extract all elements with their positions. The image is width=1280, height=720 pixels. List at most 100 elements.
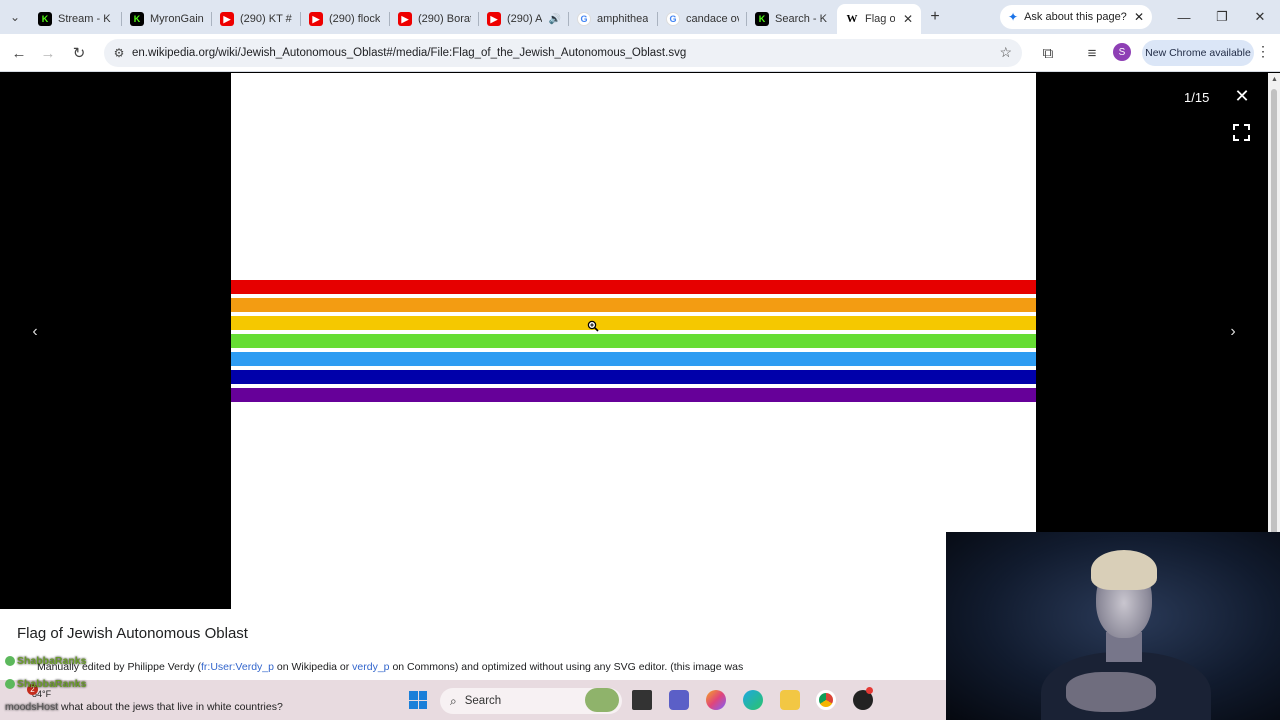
- youtube-icon: ▶: [220, 12, 234, 26]
- copilot-icon[interactable]: [706, 690, 726, 710]
- close-icon: ✕: [1254, 9, 1266, 24]
- url-text[interactable]: en.wikipedia.org/wiki/Jewish_Autonomous_…: [132, 47, 686, 59]
- image-counter: 1/15: [1184, 90, 1210, 105]
- tab-youtube-a[interactable]: ▶ (290) A 🔊: [479, 4, 569, 34]
- sparkle-icon: ✦: [1008, 10, 1019, 24]
- close-icon[interactable]: ✕: [903, 12, 913, 26]
- arrow-right-icon: →: [40, 44, 56, 62]
- ask-about-page-button[interactable]: ✦ Ask about this page? ✕: [1000, 5, 1152, 29]
- tab-youtube-flock[interactable]: ▶ (290) flock: [301, 4, 390, 34]
- scroll-up-icon[interactable]: ▲: [1271, 76, 1278, 83]
- fullscreen-icon[interactable]: [1233, 124, 1250, 141]
- chrome-icon[interactable]: [816, 690, 836, 710]
- youtube-icon: ▶: [309, 12, 323, 26]
- search-highlight-icon[interactable]: [585, 688, 619, 712]
- wikipedia-icon: W: [845, 12, 859, 26]
- tab-search-kick[interactable]: K Search - K: [747, 4, 837, 34]
- youtube-icon: ▶: [398, 12, 412, 26]
- caption-title: Flag of Jewish Autonomous Oblast: [17, 625, 248, 642]
- chat-username: ShabbaRanks: [17, 678, 87, 690]
- tab-youtube-kt[interactable]: ▶ (290) KT #: [212, 4, 301, 34]
- tab-title: MyronGain: [150, 13, 204, 25]
- chat-badge-icon: [5, 679, 15, 690]
- tab-title: Stream - K: [58, 13, 111, 25]
- menu-icon[interactable]: ⋮: [1256, 43, 1270, 60]
- window-close-button[interactable]: ✕: [1241, 0, 1279, 34]
- recording-dot-icon: [866, 687, 873, 694]
- previous-image-button[interactable]: ‹: [25, 323, 45, 341]
- site-info-icon[interactable]: ⚙: [106, 46, 132, 60]
- flag-stripe-orange: [231, 298, 1036, 312]
- chat-badge-icon: [5, 656, 15, 667]
- speaker-icon: 🔊: [548, 13, 561, 25]
- next-image-button[interactable]: ›: [1223, 323, 1243, 341]
- close-icon[interactable]: ✕: [1134, 10, 1144, 24]
- tab-google-candace[interactable]: G candace ov: [658, 4, 747, 34]
- tab-title: (290) Borat: [418, 13, 471, 25]
- flag-stripe-green: [231, 334, 1036, 348]
- tab-title: Search - K: [775, 13, 827, 25]
- chat-message: ShabbaRanks: [5, 678, 86, 690]
- edge-icon[interactable]: [743, 690, 763, 710]
- chat-username: moodsHost: [5, 701, 59, 713]
- plus-icon: +: [930, 8, 940, 25]
- arrow-left-icon: ←: [11, 44, 27, 62]
- close-viewer-button[interactable]: ✕: [1232, 86, 1252, 107]
- restore-icon: ❐: [1216, 9, 1228, 24]
- windows-start-button[interactable]: [409, 691, 427, 709]
- flag-image[interactable]: [231, 73, 1036, 610]
- screen: ⌄ K Stream - K K MyronGain ▶ (290) KT # …: [0, 0, 1280, 720]
- tab-title: candace ov: [686, 13, 739, 25]
- new-tab-button[interactable]: +: [921, 8, 949, 26]
- reload-button[interactable]: ↻: [67, 41, 91, 65]
- tab-title: (290) A: [507, 13, 543, 25]
- flag-stripe-lightblue: [231, 352, 1036, 366]
- tab-google-amphithea[interactable]: G amphithea: [569, 4, 658, 34]
- chat-text: what about the jews that live in white c…: [61, 701, 283, 713]
- search-icon: ⌕: [450, 693, 457, 708]
- kick-icon: K: [755, 12, 769, 26]
- file-explorer-icon[interactable]: [780, 690, 800, 710]
- media-controls-button[interactable]: ≡: [1080, 41, 1104, 65]
- user-link-verdy[interactable]: fr:User:Verdy_p: [201, 661, 274, 673]
- commons-user-link[interactable]: verdy_p: [352, 661, 389, 673]
- task-view-icon[interactable]: [632, 690, 652, 710]
- kick-icon: K: [38, 12, 52, 26]
- tab-myrongain[interactable]: K MyronGain: [122, 4, 212, 34]
- back-button[interactable]: ←: [7, 41, 31, 65]
- forward-button[interactable]: →: [36, 41, 60, 65]
- google-icon: G: [666, 12, 680, 26]
- chat-username: ShabbaRanks: [17, 655, 87, 667]
- tab-title: (290) flock: [329, 13, 381, 25]
- bookmark-star-icon[interactable]: ☆: [999, 44, 1012, 61]
- webcam-person-hair: [1091, 550, 1157, 590]
- flag-stripe-blue: [231, 370, 1036, 384]
- chat-message: moodsHost what about the jews that live …: [5, 701, 283, 713]
- teams-icon[interactable]: [669, 690, 689, 710]
- profile-avatar[interactable]: S: [1113, 43, 1131, 61]
- youtube-icon: ▶: [487, 12, 501, 26]
- caption-text: on Commons) and optimized without using …: [389, 661, 744, 673]
- minimize-icon: —: [1177, 9, 1191, 25]
- chrome-update-button[interactable]: New Chrome available: [1142, 40, 1254, 66]
- reload-icon: ↻: [72, 45, 86, 62]
- tab-title: (290) KT #: [240, 13, 292, 25]
- tab-title: Flag of: [865, 13, 895, 25]
- tab-search-button[interactable]: ⌄: [0, 0, 30, 34]
- windows-taskbar: 84°F 2 ⌕ Search: [0, 680, 946, 720]
- ask-about-page-label: Ask about this page?: [1024, 11, 1127, 23]
- webcam-overlay: [946, 532, 1280, 720]
- zoom-cursor-icon: [587, 320, 599, 332]
- taskbar-search-label: Search: [464, 695, 502, 707]
- tab-stream-kick[interactable]: K Stream - K: [30, 4, 122, 34]
- minimize-button[interactable]: —: [1165, 0, 1203, 34]
- webcam-person-hands: [1066, 672, 1156, 712]
- address-bar[interactable]: ⚙ en.wikipedia.org/wiki/Jewish_Autonomou…: [104, 39, 1022, 67]
- restore-button[interactable]: ❐: [1203, 0, 1241, 34]
- tab-flag-wikipedia[interactable]: W Flag of ✕: [837, 4, 921, 34]
- extensions-button[interactable]: ⧉: [1036, 41, 1060, 65]
- tab-title: amphithea: [597, 13, 649, 25]
- caption-description: Manually edited by Philippe Verdy (fr:Us…: [37, 661, 743, 673]
- chevron-down-icon: ⌄: [9, 10, 21, 24]
- tab-youtube-borat[interactable]: ▶ (290) Borat: [390, 4, 479, 34]
